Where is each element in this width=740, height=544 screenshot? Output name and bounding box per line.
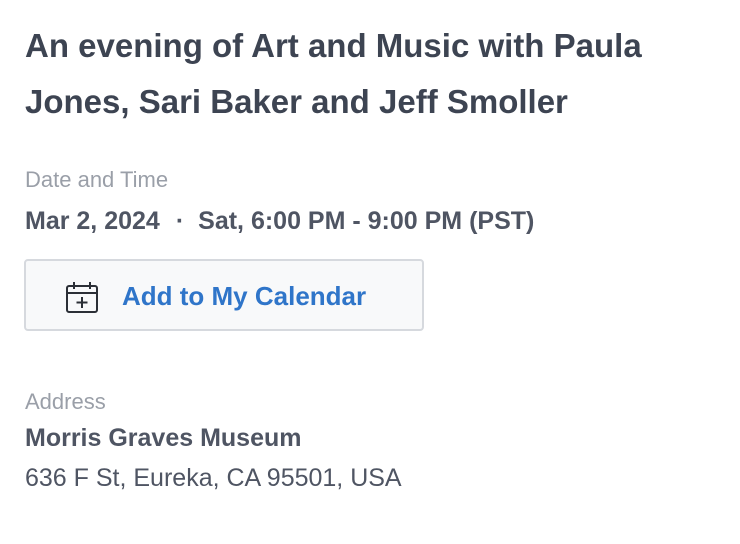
event-time: Sat, 6:00 PM - 9:00 PM (PST) xyxy=(198,207,535,235)
date-time-value: Mar 2, 2024 · Sat, 6:00 PM - 9:00 PM (PST) xyxy=(25,205,534,237)
event-date: Mar 2, 2024 xyxy=(25,207,160,235)
calendar-add-icon xyxy=(66,282,98,313)
street-address: 636 F St, Eureka, CA 95501, USA xyxy=(25,464,402,492)
event-details: An evening of Art and Music with Paula J… xyxy=(0,0,740,544)
date-time-label: Date and Time xyxy=(25,167,169,192)
venue-name: Morris Graves Museum xyxy=(25,424,302,452)
event-title: An evening of Art and Music with Paula J… xyxy=(25,27,642,120)
add-to-calendar-button[interactable]: Add to My Calendar xyxy=(24,259,424,331)
date-time-separator: · xyxy=(175,207,185,235)
add-to-calendar-label: Add to My Calendar xyxy=(122,281,367,311)
address-label: Address xyxy=(25,389,106,414)
